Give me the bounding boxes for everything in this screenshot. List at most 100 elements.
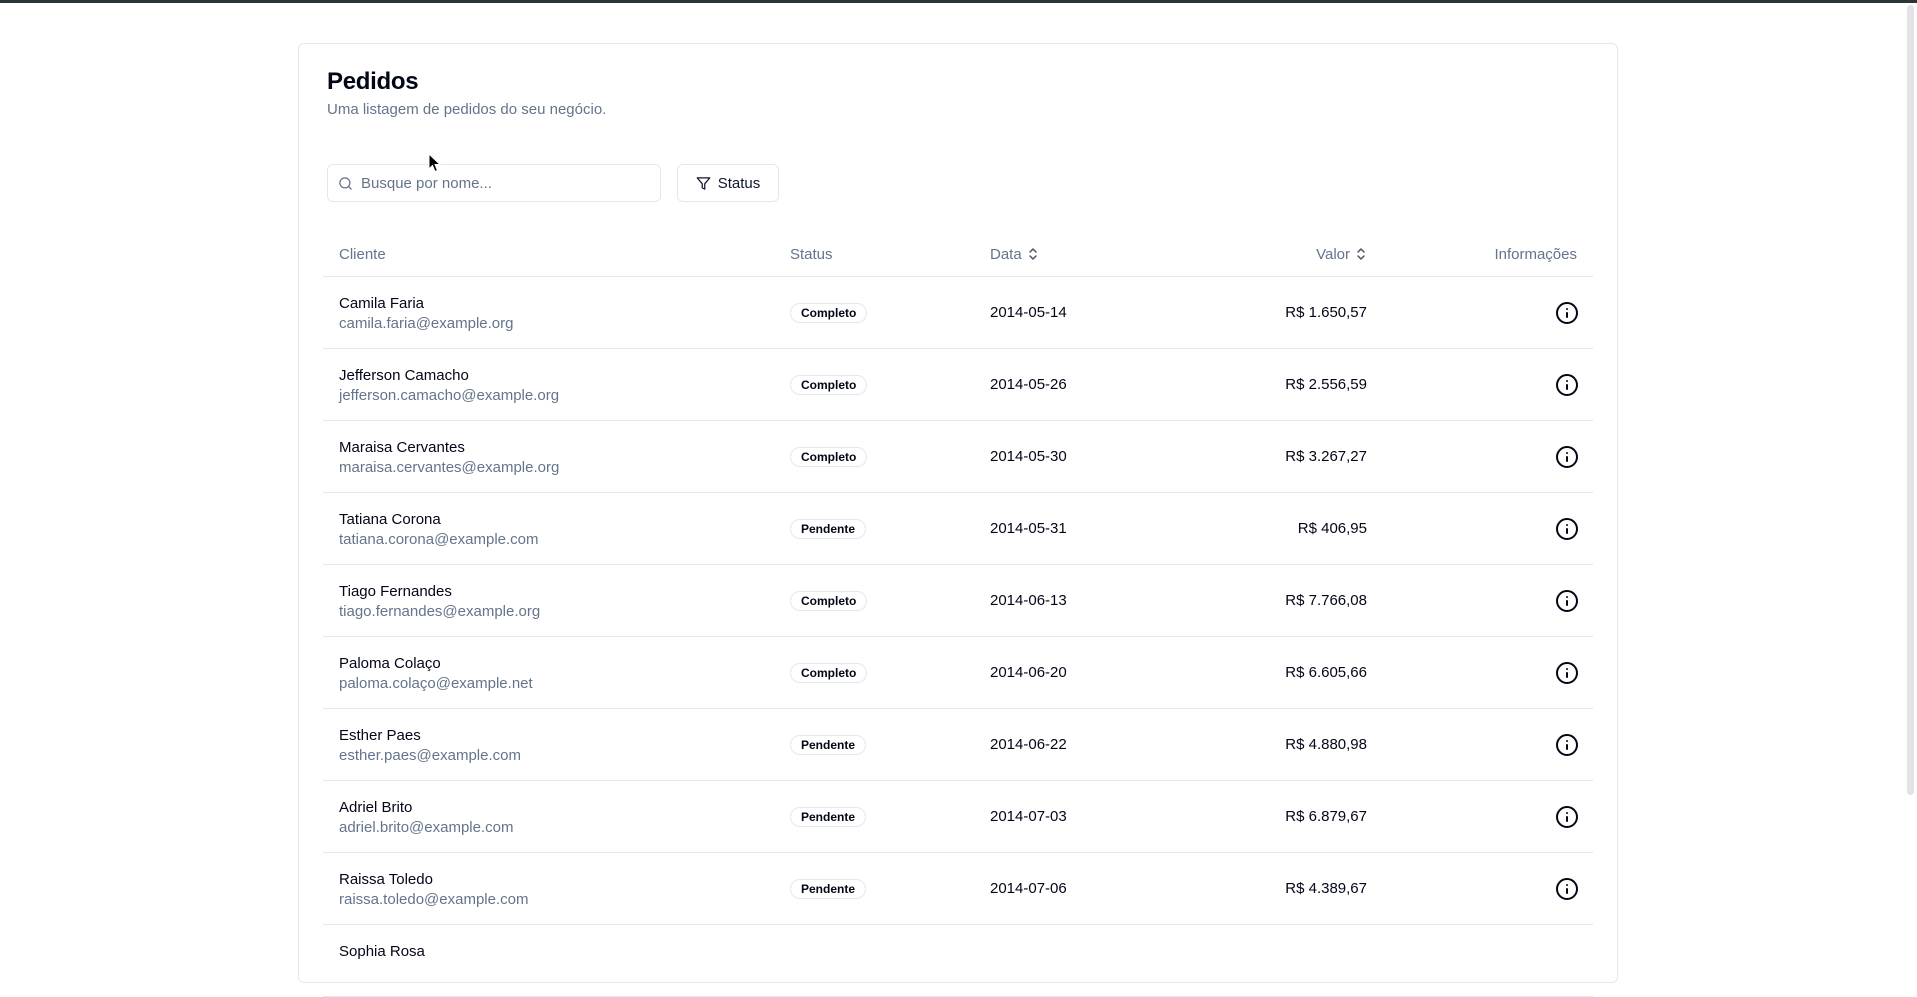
client-cell: Maraisa Cervantes maraisa.cervantes@examp… (339, 439, 559, 477)
search-icon (339, 176, 352, 190)
column-header-client-label: Cliente (339, 245, 386, 263)
status-badge: Pendente (790, 735, 867, 755)
table-row: Tiago Fernandes tiago.fernandes@example.o… (323, 565, 1593, 637)
order-date: 2014-06-22 (990, 736, 1067, 753)
client-cell: Esther Paes esther.paes@example.com (339, 727, 521, 765)
client-cell: Sophia Rosa (339, 943, 425, 961)
client-name: Paloma Colaço (339, 655, 441, 672)
client-cell: Jefferson Camacho jefferson.camacho@examp… (339, 367, 559, 405)
status-filter-label: Status (717, 174, 761, 192)
status-badge: Completo (790, 447, 868, 467)
client-name: Jefferson Camacho (339, 367, 469, 384)
client-name: Camila Faria (339, 295, 425, 312)
sort-icon (1357, 248, 1365, 260)
table-row: Esther Paes esther.paes@example.com Penden… (323, 709, 1593, 781)
client-cell: Tatiana Corona tatiana.corona@example.com (339, 511, 539, 549)
order-value: R$ 4.389,67 (1285, 880, 1367, 897)
order-date: 2014-06-20 (990, 664, 1067, 681)
client-cell: Raissa Toledo raissa.toledo@example.com (339, 871, 528, 909)
column-header-date-label: Data (990, 245, 1022, 263)
sort-icon (1028, 248, 1037, 260)
table-row: Tatiana Corona tatiana.corona@example.com… (323, 493, 1593, 565)
client-cell: Adriel Brito adriel.brito@example.com (339, 799, 513, 837)
page-title: Pedidos (327, 68, 419, 95)
column-header-status-label: Status (790, 245, 833, 263)
info-icon[interactable] (1555, 733, 1579, 757)
info-icon[interactable] (1555, 805, 1579, 829)
status-badge: Completo (790, 303, 868, 323)
order-value: R$ 4.880,98 (1285, 736, 1367, 753)
client-cell: Camila Faria camila.faria@example.org (339, 295, 513, 333)
info-icon[interactable] (1555, 517, 1579, 541)
order-value: R$ 7.766,08 (1285, 592, 1367, 609)
status-badge: Pendente (790, 519, 867, 539)
order-value: R$ 6.605,66 (1285, 664, 1367, 681)
client-name: Tiago Fernandes (339, 583, 452, 600)
status-badge: Completo (790, 591, 868, 611)
vertical-scrollbar[interactable] (1904, 3, 1917, 957)
order-date: 2014-05-14 (990, 304, 1067, 321)
order-date: 2014-05-30 (990, 448, 1067, 465)
order-value: R$ 406,95 (1297, 520, 1367, 537)
status-badge: Completo (790, 663, 868, 683)
orders-table: Cliente Status Data Valor Informações Ca… (323, 232, 1593, 997)
filter-icon (696, 176, 711, 190)
column-header-client: Cliente (339, 232, 386, 276)
order-value: R$ 6.879,67 (1285, 808, 1367, 825)
status-badge: Pendente (790, 807, 867, 827)
info-icon[interactable] (1555, 661, 1579, 685)
info-icon[interactable] (1555, 877, 1579, 901)
info-icon[interactable] (1555, 445, 1579, 469)
search-box[interactable] (327, 164, 661, 202)
order-date: 2014-07-06 (990, 880, 1067, 897)
search-input[interactable] (361, 174, 641, 192)
table-row: Sophia Rosa (323, 925, 1593, 997)
order-date: 2014-05-26 (990, 376, 1067, 393)
client-email: paloma.colaço@example.net (339, 675, 533, 692)
info-icon[interactable] (1555, 373, 1579, 397)
client-email: camila.faria@example.org (339, 315, 514, 332)
client-name: Tatiana Corona (339, 511, 441, 528)
order-date: 2014-07-03 (990, 808, 1067, 825)
client-email: tiago.fernandes@example.org (339, 603, 541, 620)
table-row: Raissa Toledo raissa.toledo@example.com Pe… (323, 853, 1593, 925)
status-filter-button[interactable]: Status (677, 164, 779, 202)
column-header-info-label: Informações (1494, 245, 1577, 263)
table-row: Jefferson Camacho jefferson.camacho@examp… (323, 349, 1593, 421)
order-date: 2014-06-13 (990, 592, 1067, 609)
table-row: Paloma Colaço paloma.colaço@example.net Co… (323, 637, 1593, 709)
table-body: Camila Faria camila.faria@example.org Comp… (323, 277, 1593, 997)
client-email: adriel.brito@example.com (339, 819, 514, 836)
info-icon[interactable] (1555, 301, 1579, 325)
client-name: Adriel Brito (339, 799, 413, 816)
column-header-status: Status (790, 232, 833, 276)
client-email: raissa.toledo@example.com (339, 891, 529, 908)
client-email: maraisa.cervantes@example.org (339, 459, 560, 476)
client-email: esther.paes@example.com (339, 747, 521, 764)
status-badge: Completo (790, 375, 868, 395)
status-badge: Pendente (790, 879, 867, 899)
table-header: Cliente Status Data Valor Informações (323, 232, 1593, 277)
order-value: R$ 1.650,57 (1285, 304, 1367, 321)
order-date: 2014-05-31 (990, 520, 1067, 537)
column-header-date[interactable]: Data (990, 232, 1039, 276)
order-value: R$ 3.267,27 (1285, 448, 1367, 465)
client-cell: Tiago Fernandes tiago.fernandes@example.o… (339, 583, 540, 621)
orders-card: Pedidos Uma listagem de pedidos do seu n… (298, 43, 1618, 997)
window-top-border (0, 0, 1917, 3)
mouse-cursor-icon (428, 153, 442, 173)
scrollbar-thumb[interactable] (1907, 5, 1914, 795)
client-name: Esther Paes (339, 727, 421, 744)
column-header-info: Informações (1494, 232, 1577, 276)
client-name: Sophia Rosa (339, 943, 425, 960)
client-cell: Paloma Colaço paloma.colaço@example.net (339, 655, 533, 693)
table-row: Adriel Brito adriel.brito@example.com Pend… (323, 781, 1593, 853)
page-subtitle: Uma listagem de pedidos do seu negócio. (327, 101, 607, 118)
client-email: tatiana.corona@example.com (339, 531, 539, 548)
info-icon[interactable] (1555, 589, 1579, 613)
order-value: R$ 2.556,59 (1285, 376, 1367, 393)
table-row: Maraisa Cervantes maraisa.cervantes@examp… (323, 421, 1593, 493)
client-name: Raissa Toledo (339, 871, 433, 888)
client-name: Maraisa Cervantes (339, 439, 465, 456)
column-header-value[interactable]: Valor (1316, 232, 1367, 276)
